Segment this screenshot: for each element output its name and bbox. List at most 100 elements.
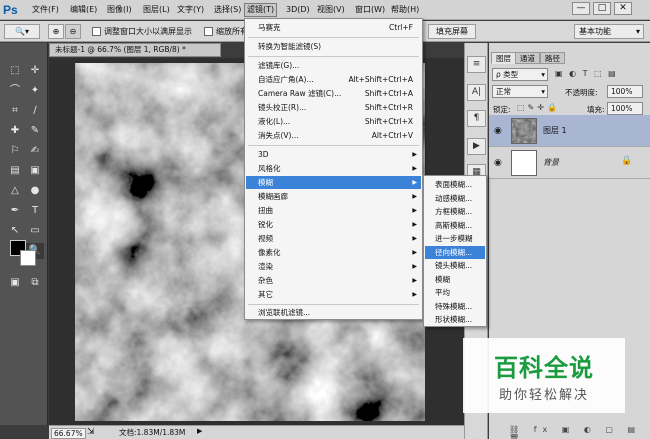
layer-filter-select[interactable]: ρ 类型 ▾: [492, 68, 548, 81]
healing-brush-icon[interactable]: ✚: [6, 123, 24, 139]
type-icon[interactable]: T: [26, 203, 44, 219]
menu-layer[interactable]: 图层(L): [141, 3, 172, 17]
maximize-button[interactable]: □: [593, 2, 611, 15]
menu-image[interactable]: 图像(I): [105, 3, 134, 17]
quick-select-icon[interactable]: ✦: [26, 83, 44, 99]
menu-item-convert-smart-filter[interactable]: 转换为智能滤镜(S): [246, 40, 421, 53]
submenu-item-blur[interactable]: 模糊: [425, 273, 485, 287]
zoom-tool-preset-icon[interactable]: 🔍▾: [4, 24, 40, 39]
filter-menu: 马赛克 Ctrl+F 转换为智能滤镜(S) 滤镜库(G)... 自适应广角(A).…: [244, 18, 423, 320]
screen-mode-icon[interactable]: ⧉: [26, 275, 44, 291]
menu-item-adaptive-wide-angle[interactable]: 自适应广角(A)... Alt+Shift+Ctrl+A: [246, 73, 421, 86]
menu-3d[interactable]: 3D(D): [284, 3, 312, 17]
paragraph-icon[interactable]: ¶: [467, 110, 486, 127]
chevron-right-icon[interactable]: ▶: [197, 427, 202, 435]
blur-icon[interactable]: △: [6, 183, 24, 199]
fill-input[interactable]: 100%: [607, 102, 643, 115]
zoom-level[interactable]: 66.67%: [51, 428, 86, 439]
menu-item-liquify[interactable]: 液化(L)... Shift+Ctrl+X: [246, 115, 421, 128]
menu-item-mosaic[interactable]: 马赛克 Ctrl+F: [246, 21, 421, 34]
submenu-item-surface-blur[interactable]: 表面模糊...: [425, 178, 485, 192]
menu-item-pixelate[interactable]: 像素化 ▶: [246, 246, 421, 259]
layer-actions-bar[interactable]: ⛓ fx ▣ ◐ ▢ ▤ 🗑: [509, 425, 650, 439]
layer-name[interactable]: 背景: [543, 157, 559, 168]
brush-icon[interactable]: ✎: [26, 123, 44, 139]
history-brush-icon[interactable]: ✍: [26, 143, 44, 159]
menu-item-label: 渲染: [258, 262, 273, 271]
eye-icon[interactable]: ◉: [494, 158, 506, 168]
menu-item-camera-raw[interactable]: Camera Raw 滤镜(C)... Shift+Ctrl+A: [246, 87, 421, 100]
gradient-icon[interactable]: ▣: [26, 163, 44, 179]
lasso-icon[interactable]: ⌒: [6, 83, 24, 99]
menu-item-blur[interactable]: 模糊 ▶: [246, 176, 421, 189]
menu-item-lens-correction[interactable]: 镜头校正(R)... Shift+Ctrl+R: [246, 101, 421, 114]
resize-windows-checkbox[interactable]: [92, 27, 101, 36]
zoom-all-checkbox[interactable]: [204, 27, 213, 36]
tab-channels[interactable]: 通道: [515, 52, 540, 64]
submenu-item-shape-blur[interactable]: 形状模糊...: [425, 313, 485, 327]
menu-item-other[interactable]: 其它 ▶: [246, 288, 421, 301]
path-select-icon[interactable]: ↖: [6, 223, 24, 239]
minimize-button[interactable]: —: [572, 2, 590, 15]
submenu-item-box-blur[interactable]: 方框模糊...: [425, 205, 485, 219]
menu-item-filter-gallery[interactable]: 滤镜库(G)...: [246, 59, 421, 72]
character-icon[interactable]: A|: [467, 84, 486, 101]
clone-stamp-icon[interactable]: ⚐: [6, 143, 24, 159]
menu-item-video[interactable]: 视频 ▶: [246, 232, 421, 245]
menu-item-render[interactable]: 渲染 ▶: [246, 260, 421, 273]
menu-filter[interactable]: 滤镜(T): [244, 3, 278, 17]
move-icon[interactable]: ✛: [26, 63, 44, 79]
opacity-input[interactable]: 100%: [607, 85, 643, 98]
layer-name[interactable]: 图层 1: [543, 125, 567, 136]
history-icon[interactable]: ≡: [467, 56, 486, 73]
export-icon[interactable]: ⇲: [87, 427, 95, 437]
quick-mask-icon[interactable]: ▣: [6, 275, 24, 291]
submenu-item-average[interactable]: 平均: [425, 286, 485, 300]
menu-item-sharpen[interactable]: 锐化 ▶: [246, 218, 421, 231]
menu-item-stylize[interactable]: 风格化 ▶: [246, 162, 421, 175]
pen-icon[interactable]: ✒: [6, 203, 24, 219]
submenu-item-gaussian-blur[interactable]: 高斯模糊...: [425, 219, 485, 233]
zoom-out-icon[interactable]: ⊖: [65, 24, 81, 39]
rectangle-icon[interactable]: ▭: [26, 223, 44, 239]
blend-mode-select[interactable]: 正常 ▾: [492, 85, 548, 98]
menu-item-distort[interactable]: 扭曲 ▶: [246, 204, 421, 217]
menu-select[interactable]: 选择(S): [212, 3, 243, 17]
menu-item-vanishing-point[interactable]: 消失点(V)... Alt+Ctrl+V: [246, 129, 421, 142]
crop-icon[interactable]: ⌗: [6, 103, 24, 119]
eye-icon[interactable]: ◉: [494, 126, 506, 136]
submenu-item-blur-more[interactable]: 进一步模糊: [425, 232, 485, 246]
submenu-item-motion-blur[interactable]: 动感模糊...: [425, 192, 485, 206]
filter-icons[interactable]: ▣ ◐ T ⬚ ▤: [555, 69, 618, 78]
lock-icons[interactable]: ⬚✎✛🔒: [517, 103, 560, 112]
menu-type[interactable]: 文字(Y): [175, 3, 206, 17]
tab-layers[interactable]: 图层: [491, 52, 516, 64]
menu-item-3d[interactable]: 3D ▶: [246, 148, 421, 161]
submenu-item-radial-blur[interactable]: 径向模糊...: [425, 245, 485, 259]
menu-help[interactable]: 帮助(H): [389, 3, 421, 17]
fill-screen-button[interactable]: 填充屏幕: [428, 24, 476, 39]
dodge-icon[interactable]: ●: [26, 183, 44, 199]
layer-row-background[interactable]: ◉ 背景 🔒: [489, 147, 650, 179]
submenu-arrow-icon: ▶: [412, 165, 417, 172]
workspace-select[interactable]: 基本功能 ▾: [574, 24, 644, 39]
menu-item-noise[interactable]: 杂色 ▶: [246, 274, 421, 287]
close-button[interactable]: ✕: [614, 2, 632, 15]
menu-file[interactable]: 文件(F): [30, 3, 61, 17]
zoom-in-icon[interactable]: ⊕: [48, 24, 64, 39]
tab-paths[interactable]: 路径: [540, 52, 565, 64]
actions-icon[interactable]: ▶: [467, 138, 486, 155]
layer-row-1[interactable]: ◉ 图层 1: [489, 115, 650, 147]
menu-window[interactable]: 窗口(W): [353, 3, 387, 17]
document-tab[interactable]: 未标题-1 @ 66.7% (图层 1, RGB/8) *: [49, 43, 221, 57]
submenu-item-smart-blur[interactable]: 特殊模糊...: [425, 300, 485, 314]
marquee-icon[interactable]: ⬚: [6, 63, 24, 79]
menu-item-blur-gallery[interactable]: 模糊画廊 ▶: [246, 190, 421, 203]
background-color-swatch[interactable]: [20, 250, 36, 266]
menu-view[interactable]: 视图(V): [315, 3, 347, 17]
eyedropper-icon[interactable]: ∕: [26, 103, 44, 119]
menu-item-browse-online[interactable]: 浏览联机滤镜...: [246, 306, 421, 319]
submenu-item-lens-blur[interactable]: 镜头模糊...: [425, 259, 485, 273]
menu-edit[interactable]: 编辑(E): [68, 3, 99, 17]
eraser-icon[interactable]: ▤: [6, 163, 24, 179]
